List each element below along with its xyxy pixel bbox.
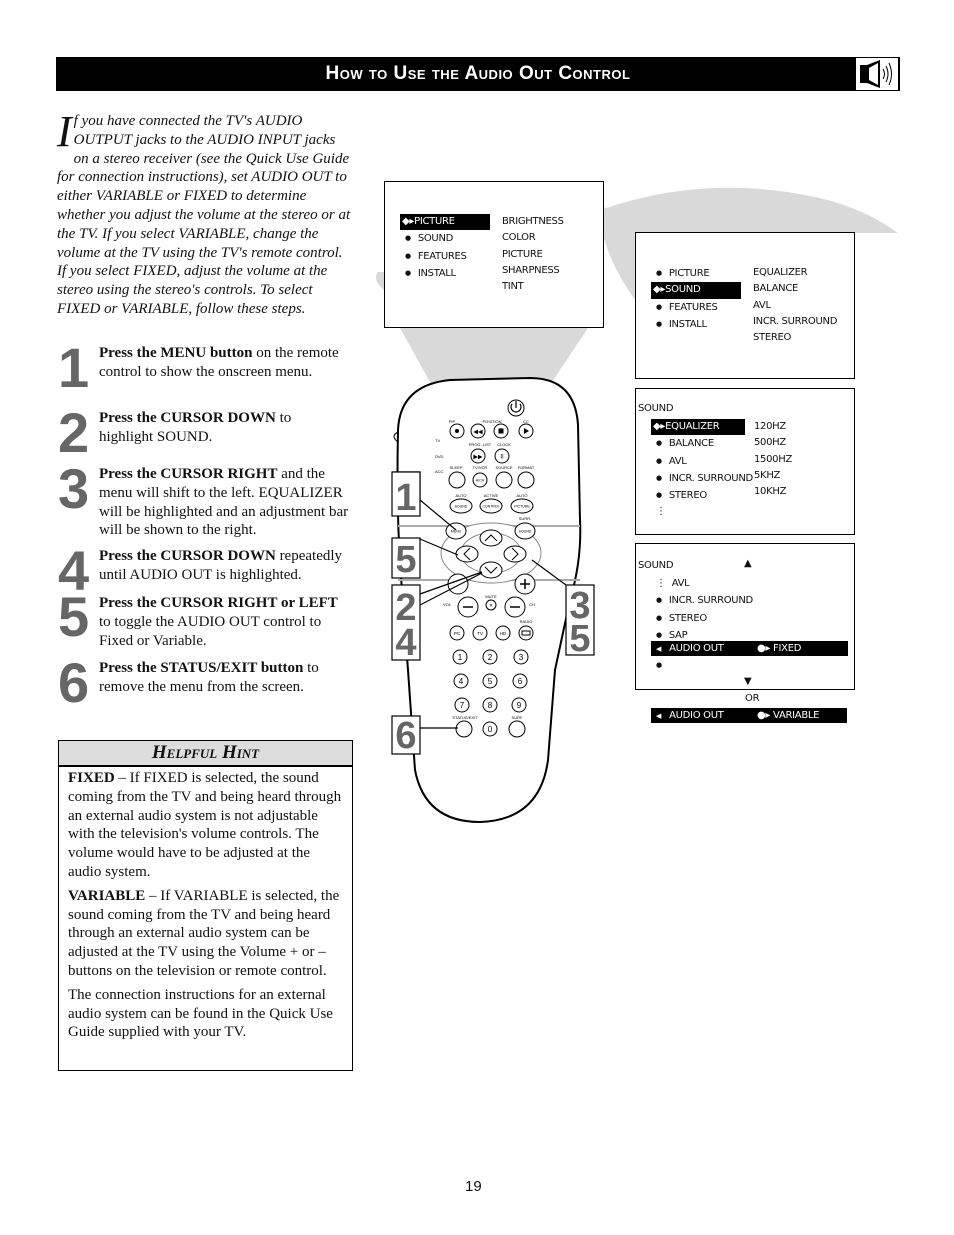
swoosh-left bbox=[376, 272, 384, 290]
scroll-icon: ⋮ bbox=[656, 578, 666, 589]
audio-out-row-variable[interactable]: ◀ AUDIO OUT ●▸ VARIABLE bbox=[651, 708, 847, 723]
callout-1: 1 bbox=[391, 471, 457, 531]
rewind-icon: ◀◀ bbox=[473, 430, 483, 436]
equalizer-band: 120HZ bbox=[754, 421, 786, 432]
or-label: OR bbox=[745, 693, 760, 704]
equalizer-band: 500HZ bbox=[754, 437, 786, 449]
menu-item[interactable]: STEREO bbox=[651, 487, 753, 504]
menu-item-highlighted[interactable]: ◆▸EQUALIZER bbox=[651, 419, 745, 436]
audio-out-label: AUDIO OUT bbox=[669, 710, 724, 721]
audio-out-label: AUDIO OUT bbox=[669, 643, 724, 654]
menu-item-highlighted[interactable]: ◆▸SOUND bbox=[651, 282, 741, 299]
scroll-down-icon: ⋮ bbox=[656, 506, 666, 518]
cursor-icon: ◆▸ bbox=[653, 284, 666, 296]
submenu-item: TINT bbox=[502, 281, 524, 293]
audio-out-value: ●▸ VARIABLE bbox=[757, 710, 820, 721]
menu-item[interactable]: AVL bbox=[651, 453, 753, 470]
callout-number: 5 bbox=[569, 618, 590, 660]
callout-3-5: 3 5 bbox=[531, 559, 595, 660]
callout-number: 1 bbox=[395, 477, 416, 519]
callout-number: 4 bbox=[395, 622, 416, 664]
menu-item[interactable]: FEATURES bbox=[400, 248, 490, 265]
menu-item[interactable]: INSTALL bbox=[651, 316, 741, 333]
menu-item[interactable]: PICTURE bbox=[651, 265, 741, 282]
submenu-item: EQUALIZER bbox=[753, 267, 808, 278]
menu-screen-sound: PICTURE ◆▸SOUND FEATURES INSTALL EQUALIZ… bbox=[635, 232, 855, 379]
submenu-item: BALANCE bbox=[753, 283, 799, 295]
menu-item[interactable]: ⋮ AVL bbox=[651, 576, 753, 592]
cursor-icon: ●▸ bbox=[757, 710, 771, 721]
record-icon bbox=[455, 429, 459, 433]
prog-list-label: PROG. LIST bbox=[469, 442, 492, 447]
screen-title: SOUND bbox=[638, 560, 674, 571]
submenu-item: SHARPNESS bbox=[502, 264, 560, 276]
menu-item[interactable]: STEREO bbox=[651, 610, 753, 627]
cursor-icon: ●▸ bbox=[757, 643, 771, 654]
left-arrow-icon: ◀ bbox=[656, 645, 662, 653]
equalizer-band: 5KHZ bbox=[754, 469, 781, 481]
mode-dvd-label: DVD bbox=[435, 454, 444, 459]
stop-icon bbox=[498, 428, 504, 434]
submenu-item: INCR. SURROUND bbox=[753, 315, 838, 327]
menu-item[interactable]: BALANCE bbox=[651, 435, 753, 452]
screen-title: SOUND bbox=[638, 403, 674, 414]
submenu-item: BRIGHTNESS bbox=[502, 216, 564, 227]
step-callouts: 1 5 2 4 3 5 6 bbox=[391, 471, 595, 757]
mode-tv-label: TV bbox=[435, 438, 440, 443]
menu-item-highlighted[interactable]: ◆▸PICTURE bbox=[400, 214, 490, 231]
menu-item[interactable]: INCR. SURROUND bbox=[651, 470, 753, 487]
cc-label: CC bbox=[523, 419, 529, 424]
audio-out-row-fixed[interactable]: ◀ AUDIO OUT ●▸ FIXED bbox=[651, 641, 848, 656]
callout-2-4: 2 4 bbox=[391, 571, 483, 664]
audio-out-screen: SOUND ▲ ⋮AVL INCR. SURROUND STEREO SAP ◀… bbox=[635, 543, 855, 690]
submenu-item: AVL bbox=[753, 299, 771, 311]
menu-item[interactable]: INCR. SURROUND bbox=[651, 592, 753, 609]
scroll-down-icon: ▼ bbox=[744, 676, 752, 687]
menu-item[interactable]: SOUND bbox=[400, 230, 490, 247]
callout-6: 6 bbox=[391, 715, 458, 757]
equalizer-band: 10KHZ bbox=[754, 486, 787, 498]
menu-item-empty bbox=[656, 657, 669, 674]
cursor-icon: ◆▸ bbox=[402, 216, 415, 227]
scroll-up-icon: ▲ bbox=[744, 558, 752, 569]
callout-5-left: 5 bbox=[391, 537, 459, 581]
left-arrow-icon: ◀ bbox=[656, 712, 662, 720]
position-label: POSITION bbox=[482, 419, 501, 424]
cursor-icon: ◆▸ bbox=[653, 421, 666, 432]
submenu-item: COLOR bbox=[502, 232, 536, 244]
submenu-item: STEREO bbox=[753, 332, 792, 344]
menu-item[interactable]: FEATURES bbox=[651, 299, 741, 316]
page-number: 19 bbox=[465, 1178, 482, 1195]
pip-label: PIP bbox=[449, 419, 456, 424]
callout-number: 6 bbox=[395, 715, 416, 757]
sound-submenu-screen: SOUND ◆▸EQUALIZER BALANCE AVL INCR. SURR… bbox=[635, 388, 855, 535]
menu-screen-main: ◆▸PICTURE SOUND FEATURES INSTALL BRIGHTN… bbox=[384, 181, 604, 328]
callout-number: 5 bbox=[395, 539, 416, 581]
audio-out-value: ●▸ FIXED bbox=[757, 643, 802, 654]
equalizer-band: 1500HZ bbox=[754, 453, 793, 465]
menu-item[interactable]: INSTALL bbox=[400, 265, 490, 282]
submenu-item: PICTURE bbox=[502, 248, 543, 260]
clock-label: CLOCK bbox=[497, 442, 511, 447]
